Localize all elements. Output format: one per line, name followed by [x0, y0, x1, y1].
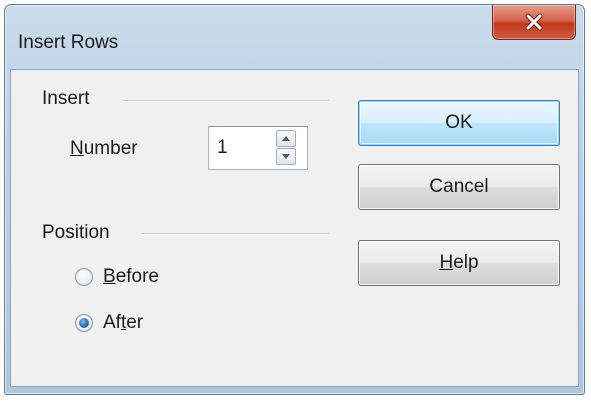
number-label: Number [70, 138, 138, 160]
dialog-title: Insert Rows [18, 32, 119, 53]
after-label-text: er [126, 312, 144, 333]
close-button[interactable] [492, 5, 576, 40]
insert-rows-dialog: Insert Rows Insert Number 1 Position Bef… [4, 4, 585, 395]
help-button[interactable]: Help [358, 240, 560, 286]
close-x-icon [525, 13, 543, 31]
before-radio[interactable] [75, 268, 93, 286]
ok-button[interactable]: OK [358, 100, 560, 146]
arrow-up-icon [282, 136, 290, 141]
arrow-down-icon [282, 154, 290, 159]
after-label[interactable]: After [103, 312, 143, 334]
dialog-body: Insert Number 1 Position Before After OK… [10, 69, 579, 387]
position-group-separator [142, 233, 329, 235]
before-label[interactable]: Before [103, 266, 159, 288]
number-label-text: umber [83, 138, 138, 159]
spin-down-button[interactable] [276, 148, 296, 165]
after-radio[interactable] [75, 314, 93, 332]
before-label-mnemonic: B [103, 266, 116, 287]
before-label-text: efore [115, 266, 159, 287]
position-group-label: Position [42, 222, 110, 243]
insert-group-label: Insert [42, 88, 90, 109]
cancel-button[interactable]: Cancel [358, 164, 560, 210]
after-label-prefix: Af [103, 312, 121, 333]
number-spinbox[interactable]: 1 [208, 126, 308, 170]
help-label-text: elp [453, 252, 479, 273]
number-value[interactable]: 1 [217, 137, 228, 159]
help-label-mnemonic: H [439, 252, 454, 273]
number-label-mnemonic: N [70, 138, 84, 159]
spin-up-button[interactable] [276, 130, 296, 147]
insert-group-separator [122, 100, 329, 102]
